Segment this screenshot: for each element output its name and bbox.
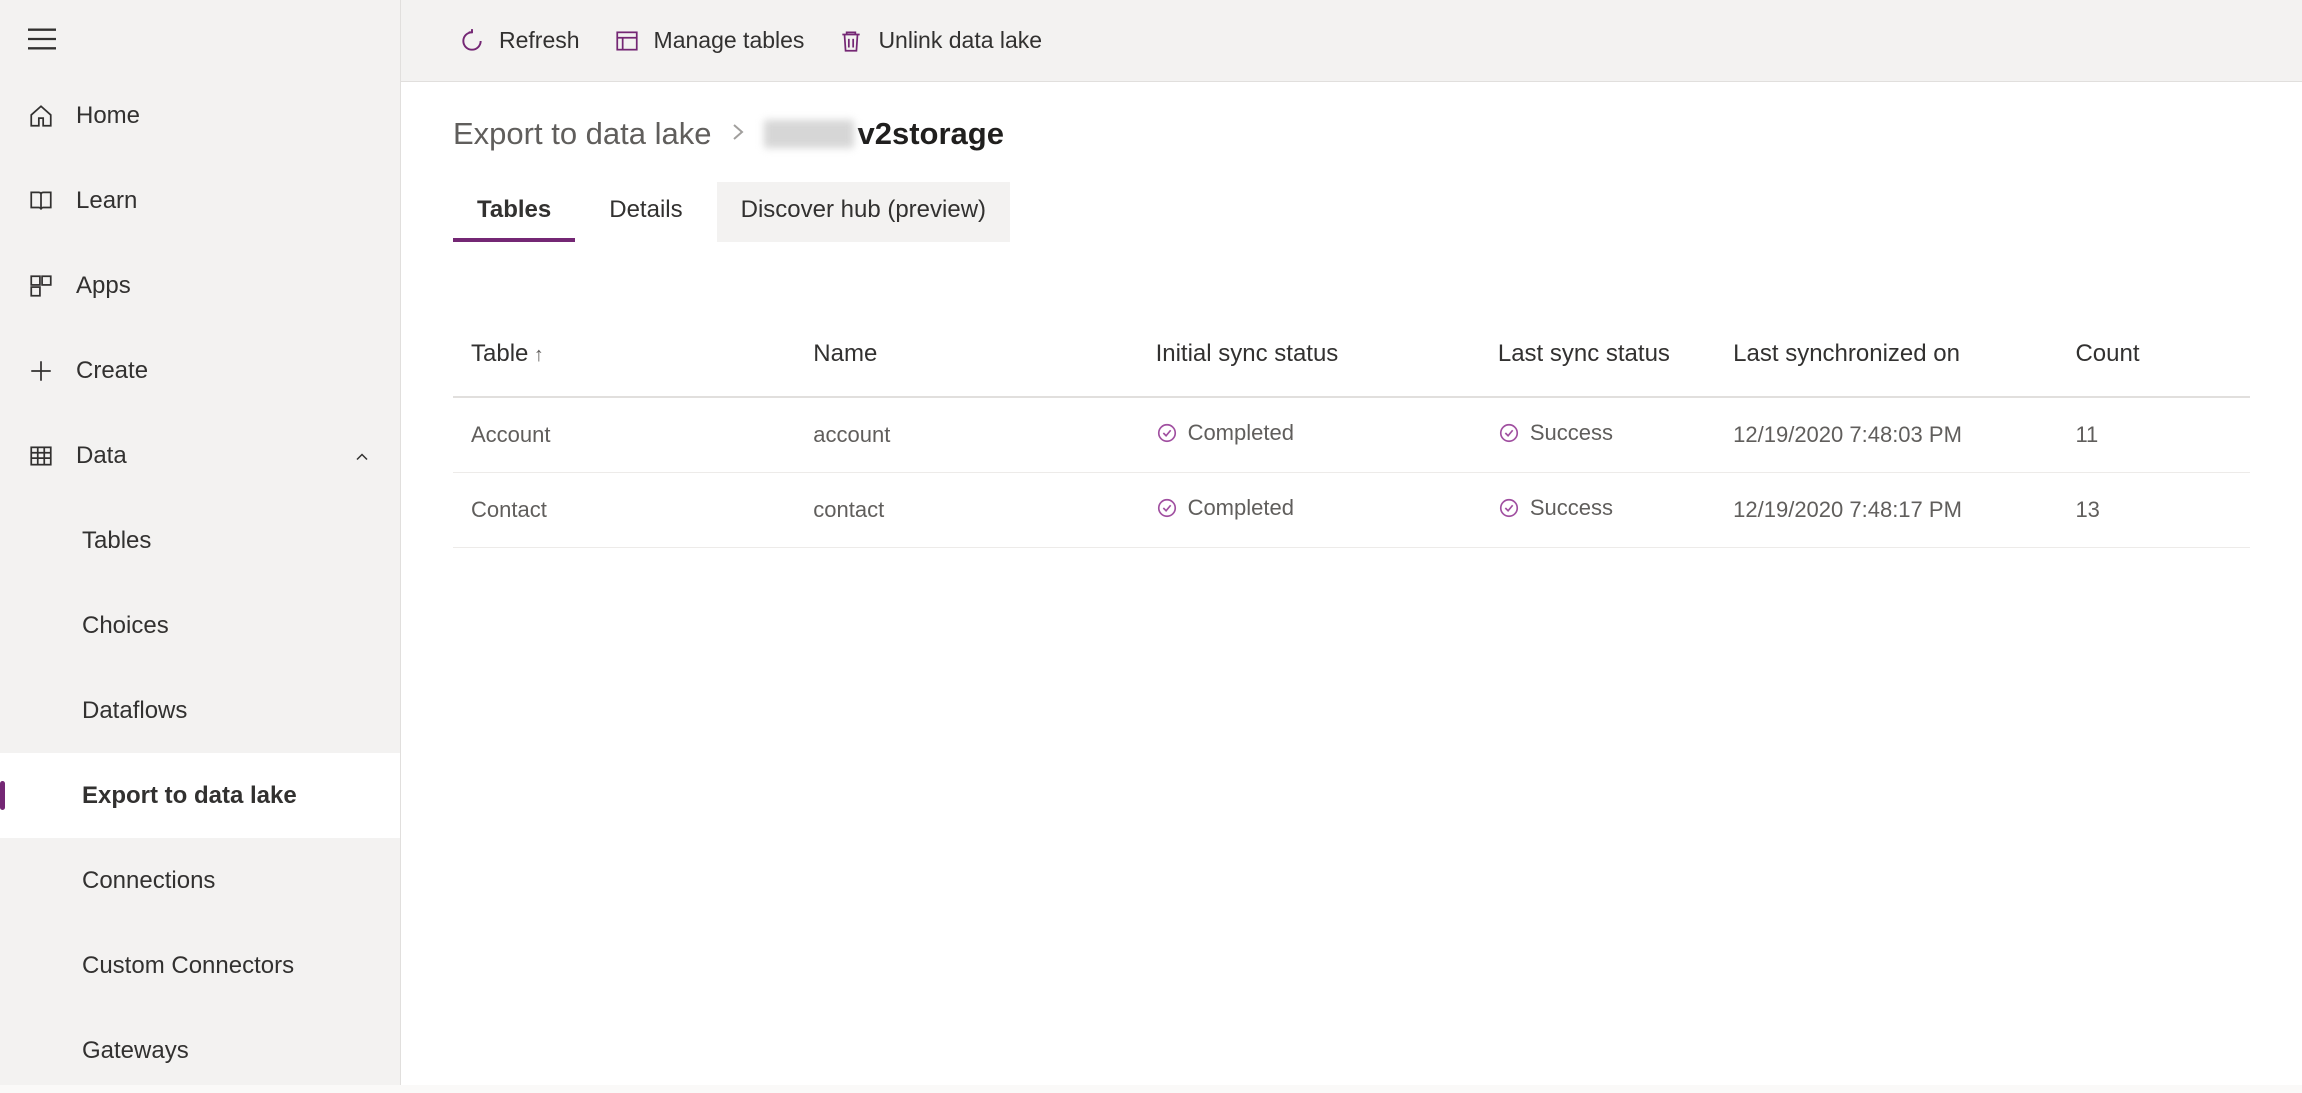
refresh-icon xyxy=(459,28,485,54)
check-circle-icon xyxy=(1156,497,1178,519)
col-header-table[interactable]: Table xyxy=(453,322,795,397)
sidebar-item-label: Learn xyxy=(76,187,137,215)
cell-table: Contact xyxy=(453,473,795,548)
table-row[interactable]: Account account Completed Success xyxy=(453,397,2250,473)
table-row[interactable]: Contact contact Completed Success xyxy=(453,473,2250,548)
sidebar-sub-dataflows[interactable]: Dataflows xyxy=(0,668,400,753)
breadcrumb-root[interactable]: Export to data lake xyxy=(453,116,712,152)
sidebar-sub-label: Connections xyxy=(82,867,215,895)
col-header-initial-sync[interactable]: Initial sync status xyxy=(1138,322,1480,397)
trash-icon xyxy=(838,28,864,54)
cell-initial-sync: Completed xyxy=(1138,397,1480,473)
toolbar: Refresh Manage tables Unlink data lake xyxy=(401,0,2302,82)
sidebar-sub-gateways[interactable]: Gateways xyxy=(0,1008,400,1093)
sidebar-item-label: Create xyxy=(76,357,148,385)
sidebar-item-label: Apps xyxy=(76,272,131,300)
toolbar-label: Unlink data lake xyxy=(878,27,1042,54)
table-icon xyxy=(28,443,54,469)
cell-last-sync: Success xyxy=(1480,473,1715,548)
tab-label: Tables xyxy=(477,196,551,223)
table-header-row: Table Name Initial sync status Last sync… xyxy=(453,322,2250,397)
col-header-last-sync-on[interactable]: Last synchronized on xyxy=(1715,322,2057,397)
cell-last-sync: Success xyxy=(1480,397,1715,473)
col-header-count[interactable]: Count xyxy=(2057,322,2250,397)
check-circle-icon xyxy=(1498,422,1520,444)
grid-icon xyxy=(28,273,54,299)
check-circle-icon xyxy=(1498,497,1520,519)
col-header-name[interactable]: Name xyxy=(795,322,1137,397)
cell-last-sync-on: 12/19/2020 7:48:03 PM xyxy=(1715,397,2057,473)
redacted-text xyxy=(764,120,854,148)
sidebar-sub-label: Custom Connectors xyxy=(82,952,294,980)
cell-name: contact xyxy=(795,473,1137,548)
sidebar-item-create[interactable]: Create xyxy=(0,328,400,413)
cell-count: 11 xyxy=(2057,397,2250,473)
cell-count: 13 xyxy=(2057,473,2250,548)
sidebar-item-label: Data xyxy=(76,442,127,470)
sidebar-item-data[interactable]: Data xyxy=(0,413,400,498)
refresh-button[interactable]: Refresh xyxy=(459,17,580,64)
sidebar-sub-label: Export to data lake xyxy=(82,782,297,810)
tables-grid: Table Name Initial sync status Last sync… xyxy=(453,322,2250,548)
sidebar-sub-label: Choices xyxy=(82,612,169,640)
plus-icon xyxy=(28,358,54,384)
toolbar-label: Refresh xyxy=(499,27,580,54)
col-header-last-sync[interactable]: Last sync status xyxy=(1480,322,1715,397)
manage-tables-button[interactable]: Manage tables xyxy=(614,17,805,64)
tab-tables[interactable]: Tables xyxy=(453,182,575,242)
sidebar-sub-custom-connectors[interactable]: Custom Connectors xyxy=(0,923,400,1008)
sidebar-item-learn[interactable]: Learn xyxy=(0,158,400,243)
tab-details[interactable]: Details xyxy=(585,182,706,242)
unlink-data-lake-button[interactable]: Unlink data lake xyxy=(838,17,1042,64)
tab-label: Discover hub (preview) xyxy=(741,196,986,223)
breadcrumb-current: v2storage xyxy=(764,116,1004,152)
sidebar-sub-label: Tables xyxy=(82,527,151,555)
main-content: Refresh Manage tables Unlink data lake E… xyxy=(401,0,2302,1085)
sidebar-sub-label: Gateways xyxy=(82,1037,189,1065)
chevron-up-icon xyxy=(352,446,372,466)
sidebar-item-home[interactable]: Home xyxy=(0,73,400,158)
cell-name: account xyxy=(795,397,1137,473)
cell-initial-sync: Completed xyxy=(1138,473,1480,548)
sidebar-sub-tables[interactable]: Tables xyxy=(0,498,400,583)
sidebar-item-label: Home xyxy=(76,102,140,130)
toolbar-label: Manage tables xyxy=(654,27,805,54)
chevron-right-icon xyxy=(730,116,746,152)
breadcrumb: Export to data lake v2storage xyxy=(453,116,2250,152)
sidebar: Home Learn Apps Create Data xyxy=(0,0,401,1085)
sidebar-sub-label: Dataflows xyxy=(82,697,187,725)
sidebar-sub-choices[interactable]: Choices xyxy=(0,583,400,668)
check-circle-icon xyxy=(1156,422,1178,444)
manage-tables-icon xyxy=(614,28,640,54)
tabs: Tables Details Discover hub (preview) xyxy=(453,182,2250,242)
sidebar-sub-export-data-lake[interactable]: Export to data lake xyxy=(0,753,400,838)
book-icon xyxy=(28,188,54,214)
sidebar-item-apps[interactable]: Apps xyxy=(0,243,400,328)
home-icon xyxy=(28,103,54,129)
sidebar-sub-connections[interactable]: Connections xyxy=(0,838,400,923)
hamburger-menu[interactable] xyxy=(0,12,400,73)
cell-last-sync-on: 12/19/2020 7:48:17 PM xyxy=(1715,473,2057,548)
hamburger-icon xyxy=(28,28,56,50)
tab-discover-hub[interactable]: Discover hub (preview) xyxy=(717,182,1010,242)
cell-table: Account xyxy=(453,397,795,473)
tab-label: Details xyxy=(609,196,682,223)
